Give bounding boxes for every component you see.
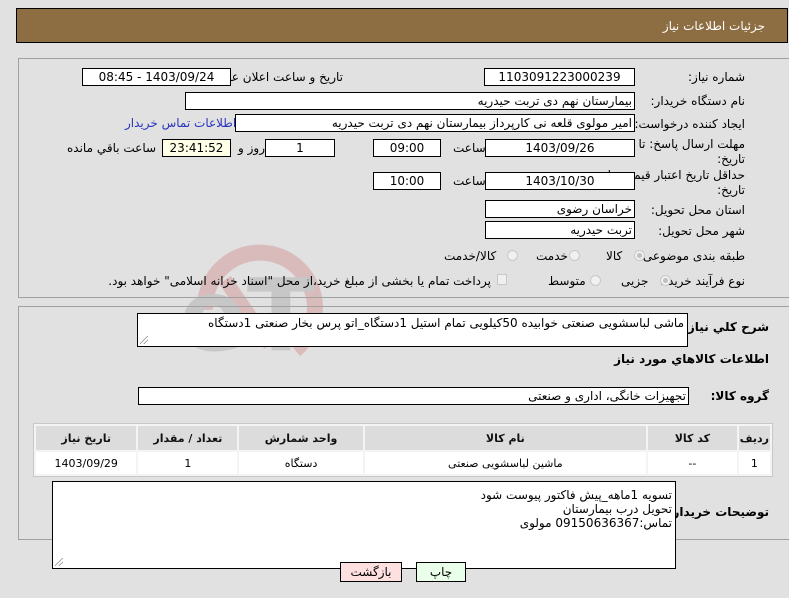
back-button[interactable]: بازگشت (340, 562, 402, 582)
category-service-radio[interactable] (569, 250, 580, 261)
summary-text: ماشی لباسشویی صنعتی خوابیده 50کیلویی تما… (208, 316, 684, 330)
time-remaining-field: 23:41:52 (162, 139, 231, 157)
response-deadline-label: مهلت ارسال پاسخ: تا تاریخ: (638, 137, 745, 166)
cell-row-number: 1 (738, 452, 770, 474)
cell-need-date: 1403/09/29 (36, 452, 137, 474)
buyer-contact-link[interactable]: اطلاعات تماس خریدار (125, 116, 236, 130)
need-number-label: شماره نیاز: (688, 70, 745, 84)
cell-quantity: 1 (138, 452, 238, 474)
delivery-province-field: خراسان رضوی (485, 200, 635, 218)
announce-datetime-field: 1403/09/24 - 08:45 (82, 68, 231, 86)
response-time-label: ساعت (453, 141, 486, 155)
time-remaining-label: ساعت باقي مانده (67, 141, 157, 155)
purchase-type-label: نوع فرآیند خرید : (660, 274, 745, 288)
treasury-payment-label: پرداخت تمام یا بخشی از مبلغ خرید،از محل … (108, 274, 491, 288)
resize-grip-icon[interactable] (55, 558, 63, 566)
goods-section-title: اطلاعات کالاهاي مورد نياز (614, 352, 769, 366)
need-number-field: 1103091223000239 (484, 68, 635, 86)
category-goods-radio[interactable] (634, 250, 645, 261)
price-validity-time-field: 10:00 (373, 172, 441, 190)
col-row-number: رديف (738, 426, 770, 450)
cell-item-code: -- (647, 452, 737, 474)
col-unit: واحد شمارش (239, 426, 363, 450)
response-date-field: 1403/09/26 (485, 139, 635, 157)
items-table-header: رديف کد کالا نام کالا واحد شمارش تعداد /… (36, 426, 770, 450)
delivery-city-field: تربت حیدریه (485, 221, 635, 239)
col-need-date: تاريخ نياز (36, 426, 137, 450)
category-goods-service-label: کالا/خدمت (444, 249, 497, 263)
delivery-province-label: استان محل تحویل: (650, 203, 745, 217)
summary-textarea[interactable]: ماشی لباسشویی صنعتی خوابیده 50کیلویی تما… (137, 313, 688, 347)
days-remaining-field: 1 (265, 139, 335, 157)
buyer-org-field: بیمارستان نهم دی تربت حیدریه (185, 92, 635, 110)
buyer-notes-line: تحویل درب بیمارستان (562, 502, 672, 516)
price-validity-time-label: ساعت (453, 174, 486, 188)
category-goods-service-radio[interactable] (507, 250, 518, 261)
col-item-code: کد کالا (647, 426, 737, 450)
delivery-city-label: شهر محل تحویل: (658, 224, 745, 238)
buyer-notes-line: تسویه 1ماهه_پیش فاکتور پیوست شود (480, 488, 672, 502)
page-header: جزئیات اطلاعات نیاز (16, 8, 788, 43)
category-service-label: خدمت (536, 249, 568, 263)
summary-label: شرح کلي نياز: (683, 320, 769, 334)
category-goods-label: کالا (606, 249, 623, 263)
response-time-field: 09:00 (373, 139, 441, 157)
resize-grip-icon[interactable] (140, 336, 148, 344)
items-table: رديف کد کالا نام کالا واحد شمارش تعداد /… (33, 423, 773, 477)
buyer-notes-label: توضیحات خریدار: (667, 505, 769, 519)
cell-unit: دستگاه (239, 452, 363, 474)
category-label: طبقه بندی موضوعی: (638, 249, 745, 263)
col-quantity: تعداد / مقدار (138, 426, 238, 450)
purchase-type-medium-label: متوسط (548, 274, 586, 288)
goods-group-label: گروه کالا: (710, 389, 769, 403)
print-button[interactable]: چاپ (416, 562, 466, 582)
treasury-payment-checkbox[interactable] (497, 274, 507, 285)
requester-label: ایجاد کننده درخواست: (634, 117, 745, 131)
days-label: روز و (238, 141, 265, 155)
page-title: جزئیات اطلاعات نیاز (662, 19, 765, 33)
buyer-org-label: نام دستگاه خریدار: (650, 94, 746, 108)
purchase-type-minor-label: جزیی (621, 274, 649, 288)
goods-group-field: تجهیزات خانگی، اداری و صنعتی (138, 387, 689, 405)
cell-item-name: ماشین لباسشویی صنعتی (364, 452, 646, 474)
price-validity-date-field: 1403/10/30 (485, 172, 635, 190)
buyer-notes-textarea[interactable]: تسویه 1ماهه_پیش فاکتور پیوست شود تحویل د… (52, 481, 676, 569)
requester-field: امیر مولوی قلعه نی کارپرداز بیمارستان نه… (235, 114, 635, 132)
purchase-type-minor-radio[interactable] (660, 275, 671, 286)
purchase-type-medium-radio[interactable] (590, 275, 601, 286)
table-row: 1 -- ماشین لباسشویی صنعتی دستگاه 1 1403/… (36, 452, 770, 474)
col-item-name: نام کالا (364, 426, 646, 450)
buyer-notes-line: تماس:09150636367 مولوی (519, 516, 672, 530)
